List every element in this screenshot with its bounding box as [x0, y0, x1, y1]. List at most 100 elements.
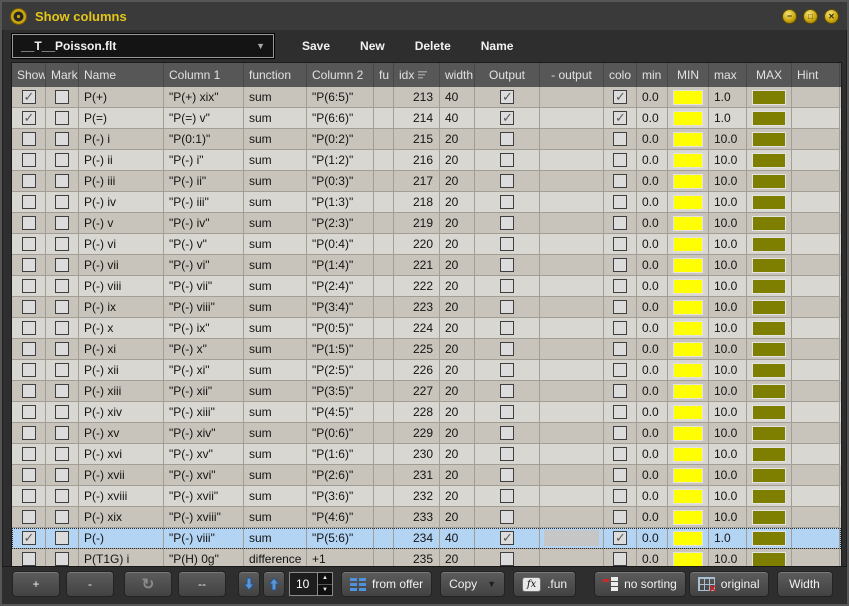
colo-checkbox[interactable]	[613, 531, 627, 545]
output-checkbox[interactable]	[500, 426, 514, 440]
table-row[interactable]: P(-) i"P(0:1)"sum"P(0:2)"215200.010.0	[12, 129, 841, 150]
remove-row-button[interactable]: -	[66, 571, 114, 597]
table-row[interactable]: P(-) xii"P(-) xi"sum"P(2:5)"226200.010.0	[12, 360, 841, 381]
max-color-swatch[interactable]	[752, 195, 786, 210]
col-header-fu[interactable]: fu	[374, 63, 394, 87]
mark-checkbox[interactable]	[55, 342, 69, 356]
close-button[interactable]: ✕	[824, 9, 839, 24]
output-checkbox[interactable]	[500, 552, 514, 566]
max-color-swatch[interactable]	[752, 258, 786, 273]
table-row[interactable]: P(-) vi"P(-) v"sum"P(0:4)"220200.010.0	[12, 234, 841, 255]
table-row[interactable]: P(+)"P(+) xix"sum"P(6:5)"213400.01.0	[12, 87, 841, 108]
col-header-minus-output[interactable]: - output	[540, 63, 604, 87]
table-row[interactable]: P(-) v"P(-) iv"sum"P(2:3)"219200.010.0	[12, 213, 841, 234]
spinner-down-button[interactable]: ▼	[318, 585, 332, 596]
mark-checkbox[interactable]	[55, 468, 69, 482]
output-checkbox[interactable]	[500, 279, 514, 293]
min-color-swatch[interactable]	[673, 237, 703, 252]
output-checkbox[interactable]	[500, 216, 514, 230]
min-color-swatch[interactable]	[673, 384, 703, 399]
colo-checkbox[interactable]	[613, 174, 627, 188]
output-checkbox[interactable]	[500, 468, 514, 482]
mark-checkbox[interactable]	[55, 90, 69, 104]
table-row[interactable]: P(-) iv"P(-) iii"sum"P(1:3)"218200.010.0	[12, 192, 841, 213]
show-checkbox[interactable]	[22, 552, 36, 566]
max-color-swatch[interactable]	[752, 342, 786, 357]
min-color-swatch[interactable]	[673, 90, 703, 105]
show-checkbox[interactable]	[22, 405, 36, 419]
max-color-swatch[interactable]	[752, 384, 786, 399]
count-spinner[interactable]: 10 ▲ ▼	[289, 572, 333, 596]
output-checkbox[interactable]	[500, 342, 514, 356]
minus-output-box[interactable]	[544, 530, 599, 546]
max-color-swatch[interactable]	[752, 216, 786, 231]
max-color-swatch[interactable]	[752, 552, 786, 567]
colo-checkbox[interactable]	[613, 258, 627, 272]
colo-checkbox[interactable]	[613, 552, 627, 566]
table-row[interactable]: P(-) xi"P(-) x"sum"P(1:5)"225200.010.0	[12, 339, 841, 360]
colo-checkbox[interactable]	[613, 342, 627, 356]
show-checkbox[interactable]	[22, 510, 36, 524]
show-checkbox[interactable]	[22, 321, 36, 335]
mark-checkbox[interactable]	[55, 552, 69, 566]
show-checkbox[interactable]	[22, 216, 36, 230]
show-checkbox[interactable]	[22, 153, 36, 167]
max-color-swatch[interactable]	[752, 132, 786, 147]
min-color-swatch[interactable]	[673, 489, 703, 504]
min-color-swatch[interactable]	[673, 132, 703, 147]
table-row[interactable]: P(-) xvi"P(-) xv"sum"P(1:6)"230200.010.0	[12, 444, 841, 465]
min-color-swatch[interactable]	[673, 321, 703, 336]
table-row[interactable]: P(-) xviii"P(-) xvii"sum"P(3:6)"232200.0…	[12, 486, 841, 507]
show-checkbox[interactable]	[22, 384, 36, 398]
min-color-swatch[interactable]	[673, 468, 703, 483]
table-row[interactable]: P(-) ii"P(-) i"sum"P(1:2)"216200.010.0	[12, 150, 841, 171]
max-color-swatch[interactable]	[752, 489, 786, 504]
output-checkbox[interactable]	[500, 111, 514, 125]
max-color-swatch[interactable]	[752, 111, 786, 126]
add-row-button[interactable]: +	[12, 571, 60, 597]
output-checkbox[interactable]	[500, 90, 514, 104]
no-sorting-button[interactable]: no sorting	[594, 571, 686, 597]
mark-checkbox[interactable]	[55, 174, 69, 188]
colo-checkbox[interactable]	[613, 279, 627, 293]
mark-checkbox[interactable]	[55, 363, 69, 377]
colo-checkbox[interactable]	[613, 300, 627, 314]
mark-checkbox[interactable]	[55, 195, 69, 209]
mark-checkbox[interactable]	[55, 489, 69, 503]
col-header-col2[interactable]: Column 2	[307, 63, 374, 87]
move-down-button[interactable]	[238, 571, 260, 597]
mark-checkbox[interactable]	[55, 237, 69, 251]
maximize-button[interactable]: □	[803, 9, 818, 24]
mark-checkbox[interactable]	[55, 279, 69, 293]
min-color-swatch[interactable]	[673, 363, 703, 378]
output-checkbox[interactable]	[500, 174, 514, 188]
colo-checkbox[interactable]	[613, 90, 627, 104]
colo-checkbox[interactable]	[613, 510, 627, 524]
mark-checkbox[interactable]	[55, 447, 69, 461]
mark-checkbox[interactable]	[55, 153, 69, 167]
max-color-swatch[interactable]	[752, 363, 786, 378]
table-row[interactable]: P(-) viii"P(-) vii"sum"P(2:4)"222200.010…	[12, 276, 841, 297]
spinner-up-button[interactable]: ▲	[318, 573, 332, 585]
max-color-swatch[interactable]	[752, 153, 786, 168]
fun-button[interactable]: fx .fun	[513, 571, 576, 597]
output-checkbox[interactable]	[500, 510, 514, 524]
show-checkbox[interactable]	[22, 468, 36, 482]
save-button[interactable]: Save	[294, 34, 338, 58]
show-checkbox[interactable]	[22, 489, 36, 503]
col-header-output[interactable]: Output	[475, 63, 540, 87]
min-color-swatch[interactable]	[673, 510, 703, 525]
min-color-swatch[interactable]	[673, 300, 703, 315]
table-row[interactable]: P(-) xix"P(-) xviii"sum"P(4:6)"233200.01…	[12, 507, 841, 528]
min-color-swatch[interactable]	[673, 342, 703, 357]
max-color-swatch[interactable]	[752, 237, 786, 252]
show-checkbox[interactable]	[22, 342, 36, 356]
output-checkbox[interactable]	[500, 363, 514, 377]
colo-checkbox[interactable]	[613, 447, 627, 461]
mark-checkbox[interactable]	[55, 405, 69, 419]
minimize-button[interactable]: −	[782, 9, 797, 24]
max-color-swatch[interactable]	[752, 426, 786, 441]
max-color-swatch[interactable]	[752, 468, 786, 483]
output-checkbox[interactable]	[500, 300, 514, 314]
col-header-col1[interactable]: Column 1	[164, 63, 244, 87]
